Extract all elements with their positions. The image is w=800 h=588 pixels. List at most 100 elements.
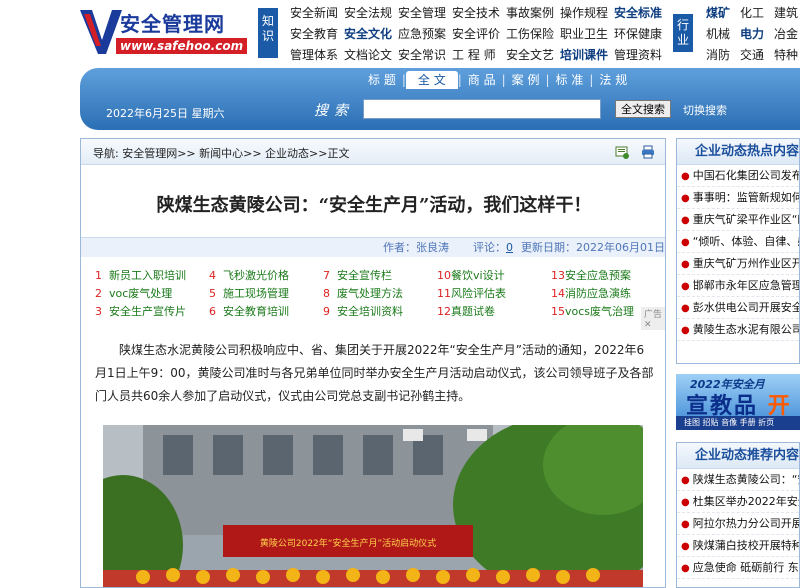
related-link-number: 6 bbox=[209, 305, 216, 318]
related-link[interactable]: 11风险评估表 bbox=[437, 285, 506, 301]
sidebar-list-item[interactable]: ● 邯郸市永年区应急管理 bbox=[677, 275, 799, 297]
search-tab[interactable]: 商 品 bbox=[462, 71, 502, 89]
nav-link[interactable]: 安全管理 bbox=[398, 3, 452, 24]
comment-icon[interactable] bbox=[615, 145, 630, 159]
nav-link[interactable]: 冶金 bbox=[774, 24, 800, 45]
related-link[interactable]: 12真题试卷 bbox=[437, 303, 495, 319]
related-link[interactable]: 9 安全培训资料 bbox=[323, 303, 403, 319]
sidebar-list-item[interactable]: ● 彭水供电公司开展安全 bbox=[677, 297, 799, 319]
nav-link[interactable]: 化工 bbox=[740, 3, 774, 24]
related-link-text: 安全生产宣传片 bbox=[109, 305, 186, 318]
related-link-text: vocs废气治理 bbox=[565, 305, 635, 318]
nav-link[interactable]: 职业卫生 bbox=[560, 24, 614, 45]
nav-link[interactable]: 安全技术 bbox=[452, 3, 506, 24]
bullet-icon: ● bbox=[681, 303, 690, 314]
sidebar-list-item[interactable]: ● 黄陵生态水泥有限公司 bbox=[677, 319, 799, 341]
related-link-number: 3 bbox=[95, 305, 102, 318]
related-link-text: 安全应急预案 bbox=[565, 269, 631, 282]
article-meta: 作者：张良涛 评论：0 更新日期：2022年06月01日 bbox=[81, 237, 665, 257]
hot-content-title: 企业动态热点内容 bbox=[677, 139, 799, 165]
nav-link[interactable]: 文档论文 bbox=[344, 45, 398, 66]
sidebar-list-item[interactable]: ● 应急使命 砥砺前行 东 bbox=[677, 557, 799, 579]
nav-row: 煤矿 化工 建筑 bbox=[706, 3, 800, 24]
nav-link[interactable]: 操作规程 bbox=[560, 3, 614, 24]
related-link[interactable]: 13安全应急预案 bbox=[551, 267, 631, 283]
switch-search-link[interactable]: 切换搜索 bbox=[683, 102, 727, 118]
related-link-number: 13 bbox=[551, 269, 565, 282]
nav-link[interactable]: 工伤保险 bbox=[506, 24, 560, 45]
site-logo[interactable]: 安全管理网 www.safehoo.com bbox=[80, 6, 252, 58]
nav-link[interactable]: 安全文艺 bbox=[506, 45, 560, 66]
sidebar-list-item[interactable]: ● 中国石化集团公司发布 bbox=[677, 165, 799, 187]
nav-link[interactable]: 消防 bbox=[706, 45, 740, 66]
related-link[interactable]: 5 施工现场管理 bbox=[209, 285, 289, 301]
tab-separator: | bbox=[457, 73, 462, 87]
nav-link[interactable]: 安全评价 bbox=[452, 24, 506, 45]
nav-link[interactable]: 安全法规 bbox=[344, 3, 398, 24]
right-sidebar: 企业动态热点内容 ● 中国石化集团公司发布 ● 事事明：监管新规如何 ● 重庆气矿梁平作业… bbox=[676, 138, 800, 588]
nav-link[interactable]: 管理资料 bbox=[614, 45, 668, 66]
sidebar-list-item[interactable]: ● 杜集区举办2022年安全 bbox=[677, 491, 799, 513]
sidebar-list-item[interactable]: ● 事事明：监管新规如何 bbox=[677, 187, 799, 209]
nav-link[interactable]: 工 程 师 bbox=[452, 45, 506, 66]
related-link[interactable]: 7 安全宣传栏 bbox=[323, 267, 392, 283]
sidebar-item-text: 中国石化集团公司发布 bbox=[692, 169, 800, 182]
nav-link[interactable]: 交通 bbox=[740, 45, 774, 66]
nav-link[interactable]: 特种 bbox=[774, 45, 800, 66]
nav-link[interactable]: 建筑 bbox=[774, 3, 800, 24]
related-link[interactable]: 14消防应急演练 bbox=[551, 285, 631, 301]
sidebar-list-item[interactable]: ● 陕煤生态黄陵公司：“安 bbox=[677, 469, 799, 491]
sidebar-list-item[interactable]: ● 陕煤蒲白技校开展特种 bbox=[677, 535, 799, 557]
related-link-number: 8 bbox=[323, 287, 330, 300]
sidebar-item-text: 事事明：监管新规如何 bbox=[692, 191, 800, 204]
related-link[interactable]: 15vocs废气治理 bbox=[551, 303, 634, 319]
nav-link[interactable]: 电力 bbox=[740, 24, 774, 45]
nav-link[interactable]: 安全教育 bbox=[290, 24, 344, 45]
related-link[interactable]: 1 新员工入职培训 bbox=[95, 267, 186, 283]
promo-banner[interactable]: 2022年安全月 宣教品 开 挂图 招贴 音像 手册 折页 bbox=[676, 374, 800, 430]
sidebar-item-text: 邯郸市永年区应急管理 bbox=[692, 279, 800, 292]
nav-link[interactable]: 安全文化 bbox=[344, 24, 398, 45]
related-link-number: 12 bbox=[437, 305, 451, 318]
sidebar-list-item[interactable]: ● 阿拉尔热力分公司开展 bbox=[677, 513, 799, 535]
related-link[interactable]: 10餐饮vi设计 bbox=[437, 267, 505, 283]
related-link[interactable]: 8 废气处理方法 bbox=[323, 285, 403, 301]
ad-close-badge[interactable]: 广告 ✕ bbox=[641, 307, 665, 330]
related-link[interactable]: 2 voc废气处理 bbox=[95, 285, 172, 301]
search-tab[interactable]: 标 准 bbox=[550, 71, 590, 89]
nav-link[interactable]: 机械 bbox=[706, 24, 740, 45]
nav-row: 机械 电力 冶金 bbox=[706, 24, 800, 45]
bullet-icon: ● bbox=[681, 541, 690, 552]
search-label: 搜索 bbox=[314, 103, 354, 119]
search-input[interactable] bbox=[363, 99, 601, 119]
related-link-number: 10 bbox=[437, 269, 451, 282]
search-tab[interactable]: 法 规 bbox=[593, 71, 633, 89]
nav-link[interactable]: 事故案例 bbox=[506, 3, 560, 24]
breadcrumb[interactable]: 导航: 安全管理网>> 新闻中心>> 企业动态>>正文 bbox=[93, 145, 350, 161]
sidebar-list-item[interactable]: ● “倾听、体验、自律、感 bbox=[677, 231, 799, 253]
fulltext-search-button[interactable]: 全文搜索 bbox=[615, 100, 671, 118]
related-link-text: 施工现场管理 bbox=[223, 287, 289, 300]
nav-link[interactable]: 培训课件 bbox=[560, 45, 614, 66]
related-link[interactable]: 4 飞秒激光价格 bbox=[209, 267, 289, 283]
comments-count-link[interactable]: 0 bbox=[506, 241, 513, 254]
nav-link[interactable]: 煤矿 bbox=[706, 3, 740, 24]
related-link[interactable]: 6 安全教育培训 bbox=[209, 303, 289, 319]
search-tab[interactable]: 全 文 bbox=[405, 71, 458, 89]
search-tab[interactable]: 标 题 bbox=[362, 71, 402, 89]
print-icon[interactable] bbox=[641, 145, 655, 159]
sidebar-list-item[interactable]: ● 重庆气矿梁平作业区“四 bbox=[677, 209, 799, 231]
nav-link[interactable]: 环保健康 bbox=[614, 24, 668, 45]
related-link-number: 1 bbox=[95, 269, 102, 282]
sidebar-list-item[interactable]: ● 重庆气矿万州作业区开 bbox=[677, 253, 799, 275]
nav-link[interactable]: 应急预案 bbox=[398, 24, 452, 45]
tab-separator: | bbox=[501, 73, 506, 87]
nav-link[interactable]: 安全标准 bbox=[614, 3, 668, 24]
related-link[interactable]: 3 安全生产宣传片 bbox=[95, 303, 186, 319]
nav-link[interactable]: 安全常识 bbox=[398, 45, 452, 66]
nav-link[interactable]: 安全新闻 bbox=[290, 3, 344, 24]
search-tab[interactable]: 案 例 bbox=[506, 71, 546, 89]
logo-text-cn: 安全管理网 bbox=[120, 12, 225, 36]
nav-row: 安全教育 安全文化 应急预案 安全评价 工伤保险 职业卫生 环保健康 bbox=[290, 24, 668, 45]
nav-link[interactable]: 管理体系 bbox=[290, 45, 344, 66]
